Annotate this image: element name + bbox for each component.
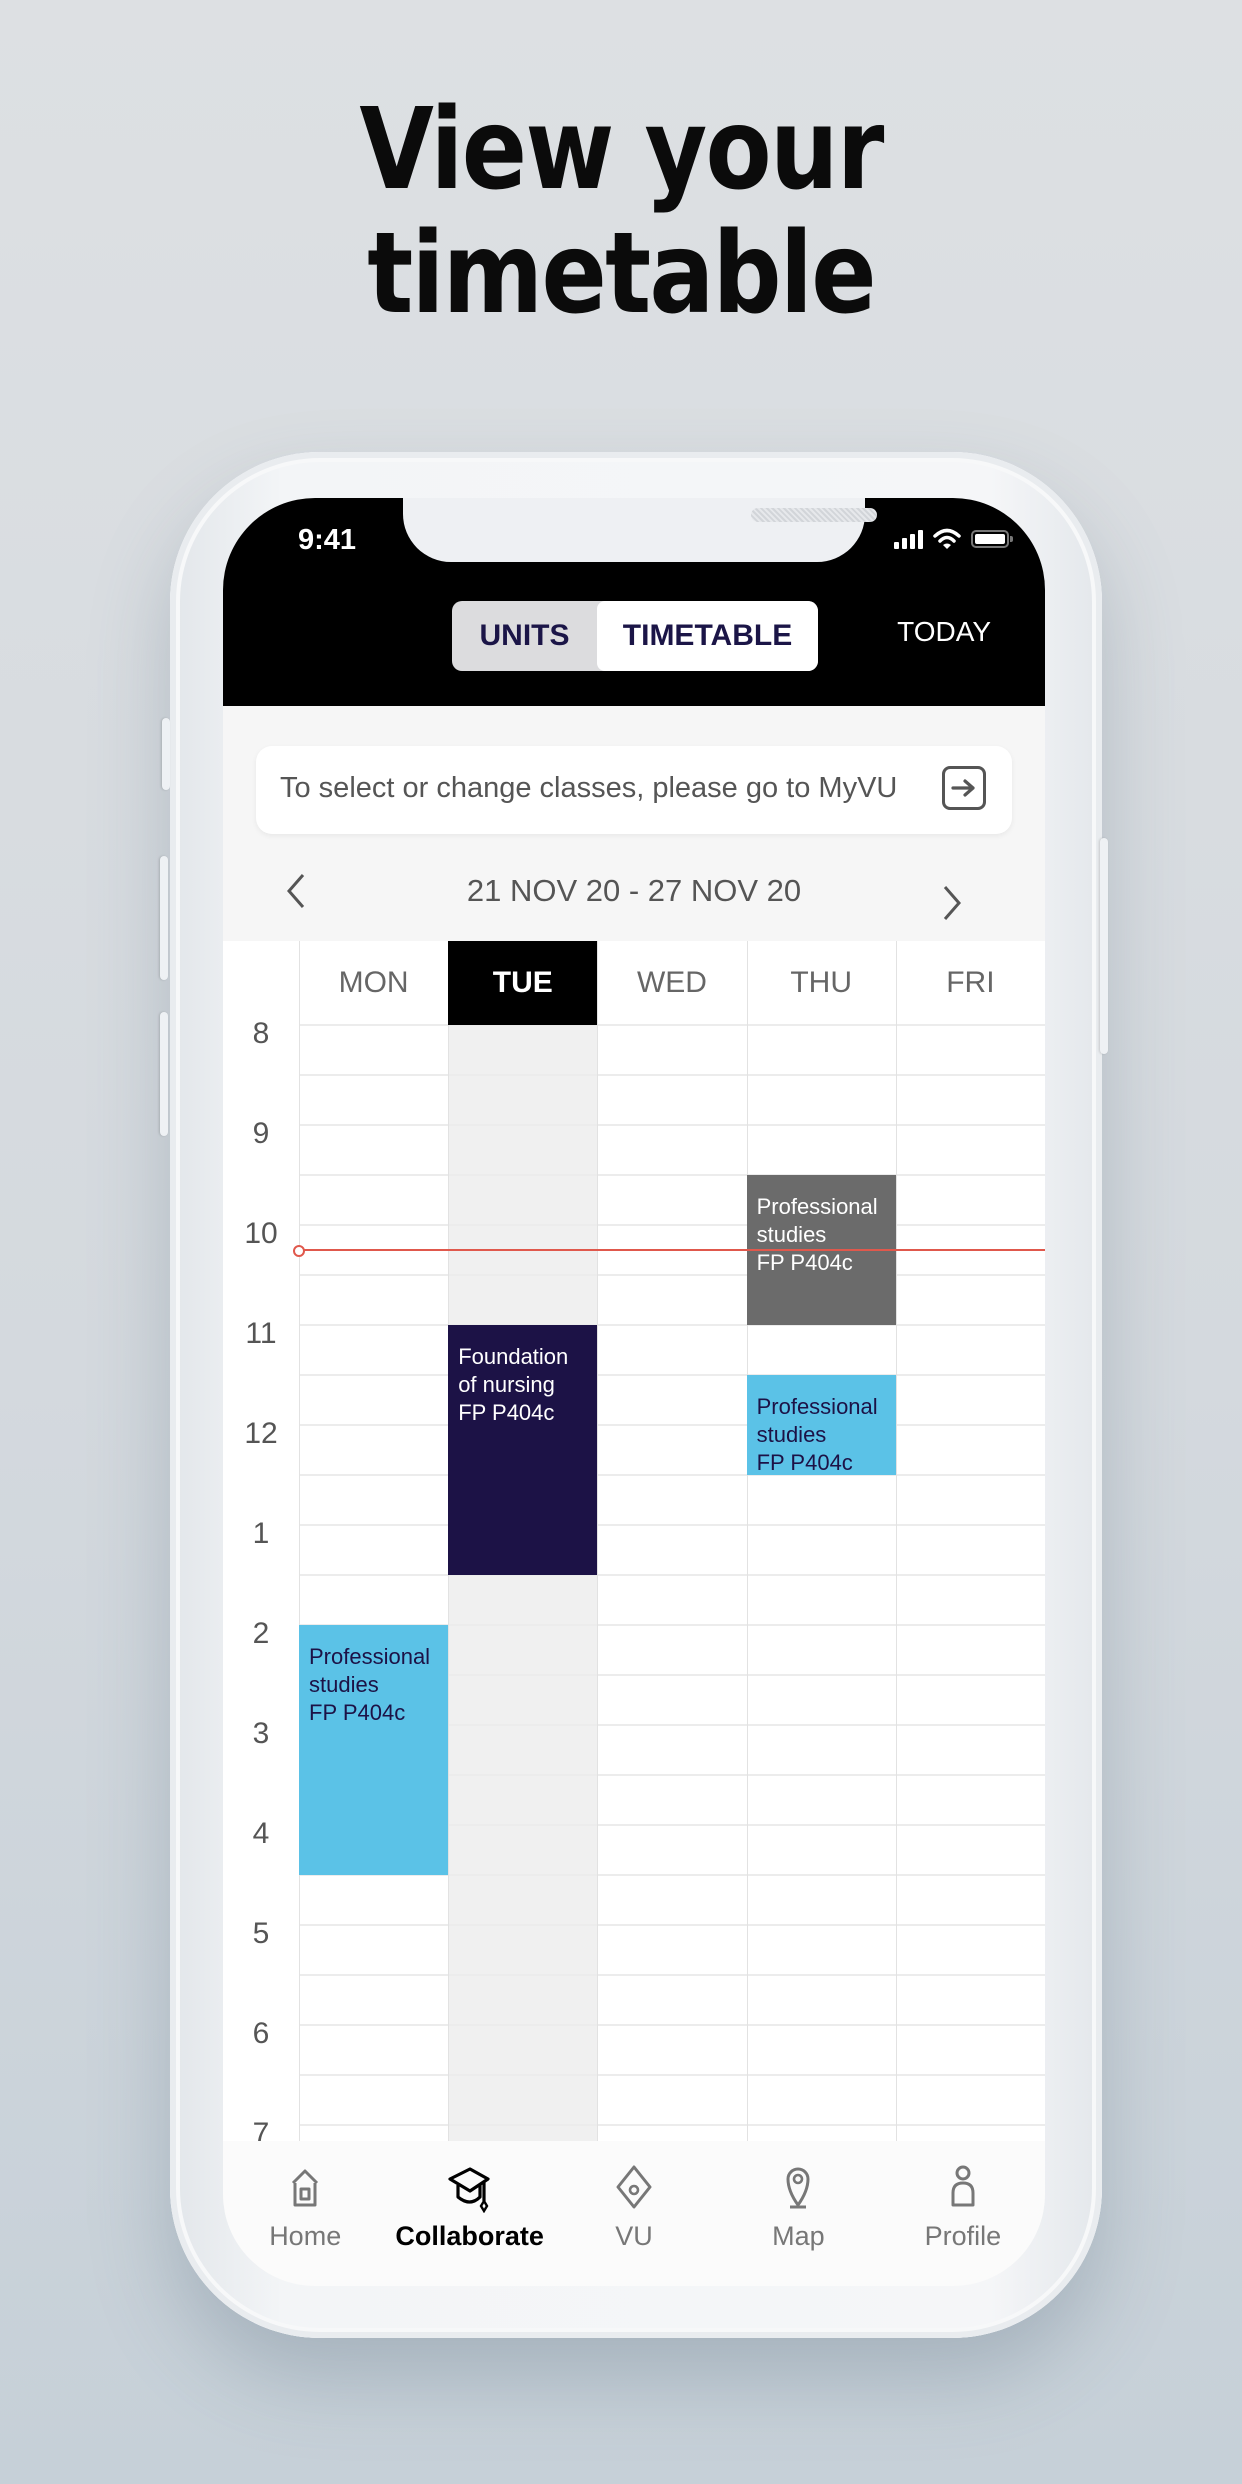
power-button (1100, 838, 1108, 1054)
today-button[interactable]: TODAY (897, 616, 991, 648)
grid-line (299, 1424, 1045, 1426)
grid-line (299, 1324, 1045, 1326)
hour-label: 6 (252, 2017, 270, 2050)
grid-line (299, 2124, 1045, 2126)
event-title: Professional (309, 1644, 431, 1669)
tab-vu-label: VU (615, 2221, 653, 2251)
vu-diamond-icon (616, 2165, 652, 2209)
mute-switch (162, 718, 170, 790)
week-range-label: 21 NOV 20 - 27 NOV 20 (466, 873, 802, 908)
hour-label: 3 (252, 1717, 270, 1750)
day-header-tue[interactable]: TUE (448, 941, 598, 1025)
hour-label: 12 (244, 1417, 278, 1450)
tab-profile[interactable]: Profile (881, 2141, 1045, 2286)
day-header-fri[interactable]: FRI (896, 941, 1045, 1025)
current-time-line (299, 1249, 1045, 1251)
battery-icon (971, 530, 1013, 548)
grid-line (299, 1074, 1045, 1076)
status-icons (894, 528, 1013, 550)
grid-line (299, 2074, 1045, 2076)
hour-label: 5 (252, 1917, 270, 1950)
volume-down-button (160, 1012, 168, 1136)
segment-units[interactable]: UNITS (452, 601, 597, 671)
chevron-right-icon[interactable] (941, 883, 965, 929)
grid-line (299, 1574, 1045, 1576)
hour-label: 4 (252, 1817, 270, 1850)
tab-profile-label: Profile (924, 2221, 1002, 2251)
hour-label: 10 (244, 1217, 278, 1250)
week-navigator: 21 NOV 20 - 27 NOV 20 (223, 853, 1045, 933)
grid-line (299, 1974, 1045, 1976)
grid-column-divider (299, 941, 300, 2141)
hour-label: 2 (252, 1617, 270, 1650)
tab-map-label: Map (772, 2221, 825, 2251)
day-header-thu[interactable]: THU (747, 941, 896, 1025)
open-external-icon[interactable] (942, 766, 986, 810)
hour-label: 1 (252, 1517, 270, 1550)
tab-home[interactable]: Home (223, 2141, 387, 2286)
timetable-grid: MON TUE WED THU FRI 8 9 10 11 12 1 2 3 4 5 6 7 Foundation… (223, 941, 1045, 2141)
hour-label: 9 (252, 1117, 270, 1150)
signal-icon (894, 529, 923, 549)
day-header-wed[interactable]: WED (597, 941, 746, 1025)
view-segmented-control: UNITS TIMETABLE (452, 601, 818, 671)
wifi-icon (933, 528, 961, 549)
grid-line (299, 1174, 1045, 1176)
grid-line (299, 1474, 1045, 1476)
event-title: studies (756, 1422, 827, 1447)
event-title: Professional (756, 1394, 878, 1419)
grid-line (299, 1274, 1045, 1276)
headline-line-1: View your (359, 85, 884, 215)
myvu-info-banner[interactable]: To select or change classes, please go t… (256, 746, 1012, 834)
current-time-dot (293, 1245, 305, 1257)
event-room: FP P404c (458, 1400, 555, 1425)
grid-column-divider (895, 941, 897, 2141)
grid-line (299, 1524, 1045, 1526)
event-title: Foundation (458, 1344, 569, 1369)
event-title: of nursing (458, 1372, 555, 1397)
status-time: 9:41 (298, 524, 357, 556)
bottom-tab-bar: Home Collaborate VU Map Profile (223, 2141, 1045, 2286)
grid-line (299, 1224, 1045, 1226)
speaker-grille (751, 508, 877, 522)
notch (403, 498, 877, 562)
map-pin-icon (786, 2167, 810, 2209)
tab-collaborate-label: Collaborate (395, 2221, 544, 2251)
phone-screen: 9:41 UNITS TIMETABLE TODAY To select or … (223, 498, 1045, 2286)
grid-line (299, 1124, 1045, 1126)
event-room: FP P404c (309, 1700, 406, 1725)
class-event[interactable]: Professional studies FP P404c (299, 1625, 449, 1875)
event-title: studies (756, 1222, 827, 1247)
grid-column-divider (597, 941, 599, 2141)
hour-label: 7 (252, 2117, 270, 2141)
grid-line (299, 2024, 1045, 2026)
hour-label: 8 (252, 1017, 270, 1050)
class-event[interactable]: Foundation of nursing FP P404c (448, 1325, 598, 1575)
day-header-mon[interactable]: MON (299, 941, 448, 1025)
headline: View your timetable (87, 88, 1155, 336)
hour-label: 11 (245, 1317, 277, 1350)
profile-icon (951, 2165, 975, 2207)
event-title: studies (309, 1672, 379, 1697)
grid-column-divider (746, 941, 748, 2141)
info-banner-text: To select or change classes, please go t… (280, 772, 898, 804)
class-event[interactable]: Professional studies FP P404c (746, 1375, 896, 1475)
home-icon (292, 2169, 319, 2207)
top-bar: 9:41 UNITS TIMETABLE TODAY (223, 498, 1045, 706)
tab-home-label: Home (269, 2221, 342, 2251)
segment-timetable[interactable]: TIMETABLE (597, 601, 818, 671)
headline-line-2: timetable (367, 209, 876, 339)
volume-up-button (160, 856, 168, 980)
graduation-cap-icon (448, 2167, 490, 2213)
grid-line (299, 1924, 1045, 1926)
event-room: FP P404c (756, 1250, 853, 1275)
grid-line (299, 1374, 1045, 1376)
tab-vu[interactable]: VU (552, 2141, 716, 2286)
tab-map[interactable]: Map (716, 2141, 880, 2286)
event-title: Professional (756, 1194, 878, 1219)
event-room: FP P404c (756, 1450, 853, 1475)
tab-collaborate[interactable]: Collaborate (387, 2141, 551, 2286)
